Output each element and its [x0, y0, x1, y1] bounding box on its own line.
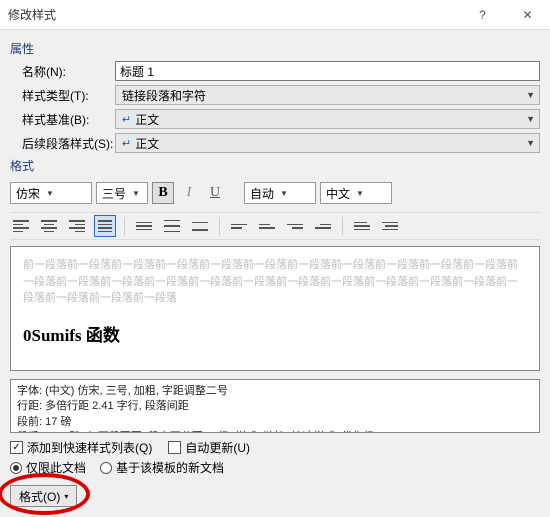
name-input[interactable]	[115, 61, 540, 81]
space-before-inc-button[interactable]	[228, 215, 250, 237]
type-label: 样式类型(T):	[10, 87, 115, 104]
chevron-down-icon: ▼	[526, 138, 535, 148]
section-format: 格式	[10, 157, 540, 174]
name-label: 名称(N):	[10, 63, 115, 80]
close-button[interactable]: ✕	[505, 0, 550, 30]
bold-button[interactable]: B	[152, 182, 174, 204]
follow-value: 正文	[135, 135, 159, 152]
autoupdate-label: 自动更新(U)	[185, 439, 250, 456]
lang-value: 中文	[326, 185, 350, 202]
underline-button[interactable]: U	[204, 182, 226, 204]
thisdoc-label: 仅限此文档	[26, 459, 86, 476]
align-center-button[interactable]	[38, 215, 60, 237]
help-button[interactable]: ?	[460, 0, 505, 30]
size-value: 三号	[102, 185, 126, 202]
style-description: 字体: (中文) 仿宋, 三号, 加粗, 字距调整二号 行距: 多倍行距 2.4…	[10, 379, 540, 433]
size-combo[interactable]: 三号 ▼	[96, 182, 148, 204]
spacing-1-button[interactable]	[133, 215, 155, 237]
add-quicklist-label: 添加到快速样式列表(Q)	[27, 439, 152, 456]
paragraph-icon: ↵	[122, 137, 131, 150]
template-label: 基于该模板的新文档	[116, 459, 224, 476]
indent-inc-button[interactable]	[379, 215, 401, 237]
chevron-down-icon: ▼	[46, 189, 54, 198]
type-value: 链接段落和字符	[122, 87, 206, 104]
add-quicklist-checkbox[interactable]: ✓	[10, 441, 23, 454]
color-value: 自动	[250, 185, 274, 202]
italic-button[interactable]: I	[178, 182, 200, 204]
color-combo[interactable]: 自动 ▼	[244, 182, 316, 204]
chevron-down-icon: ▼	[526, 114, 535, 124]
chevron-down-icon: ▼	[356, 189, 364, 198]
lang-combo[interactable]: 中文 ▼	[320, 182, 392, 204]
section-properties: 属性	[10, 40, 540, 57]
align-right-button[interactable]	[66, 215, 88, 237]
preview-context-text: 前一段落前一段落前一段落前一段落前一段落前一段落前一段落前一段落前一段落前一段落…	[23, 257, 527, 307]
paragraph-icon: ↵	[122, 113, 131, 126]
align-left-button[interactable]	[10, 215, 32, 237]
base-value: 正文	[135, 111, 159, 128]
font-value: 仿宋	[16, 185, 40, 202]
preview-box: 前一段落前一段落前一段落前一段落前一段落前一段落前一段落前一段落前一段落前一段落…	[10, 246, 540, 371]
type-combo[interactable]: 链接段落和字符 ▼	[115, 85, 540, 105]
autoupdate-checkbox[interactable]	[168, 441, 181, 454]
align-justify-button[interactable]	[94, 215, 116, 237]
base-label: 样式基准(B):	[10, 111, 115, 128]
space-after-dec-button[interactable]	[312, 215, 334, 237]
follow-label: 后续段落样式(S):	[10, 135, 115, 152]
format-button[interactable]: 格式(O)▾	[10, 485, 77, 507]
thisdoc-radio[interactable]	[10, 462, 22, 474]
spacing-15-button[interactable]	[161, 215, 183, 237]
preview-heading: 0Sumifs 函数	[23, 321, 527, 346]
window-title: 修改样式	[8, 6, 460, 23]
chevron-down-icon: ▼	[280, 189, 288, 198]
follow-combo[interactable]: ↵ 正文 ▼	[115, 133, 540, 153]
chevron-down-icon: ▼	[526, 90, 535, 100]
space-before-dec-button[interactable]	[256, 215, 278, 237]
space-after-inc-button[interactable]	[284, 215, 306, 237]
spacing-2-button[interactable]	[189, 215, 211, 237]
template-radio[interactable]	[100, 462, 112, 474]
chevron-down-icon: ▼	[132, 189, 140, 198]
base-combo[interactable]: ↵ 正文 ▼	[115, 109, 540, 129]
indent-dec-button[interactable]	[351, 215, 373, 237]
font-combo[interactable]: 仿宋 ▼	[10, 182, 92, 204]
